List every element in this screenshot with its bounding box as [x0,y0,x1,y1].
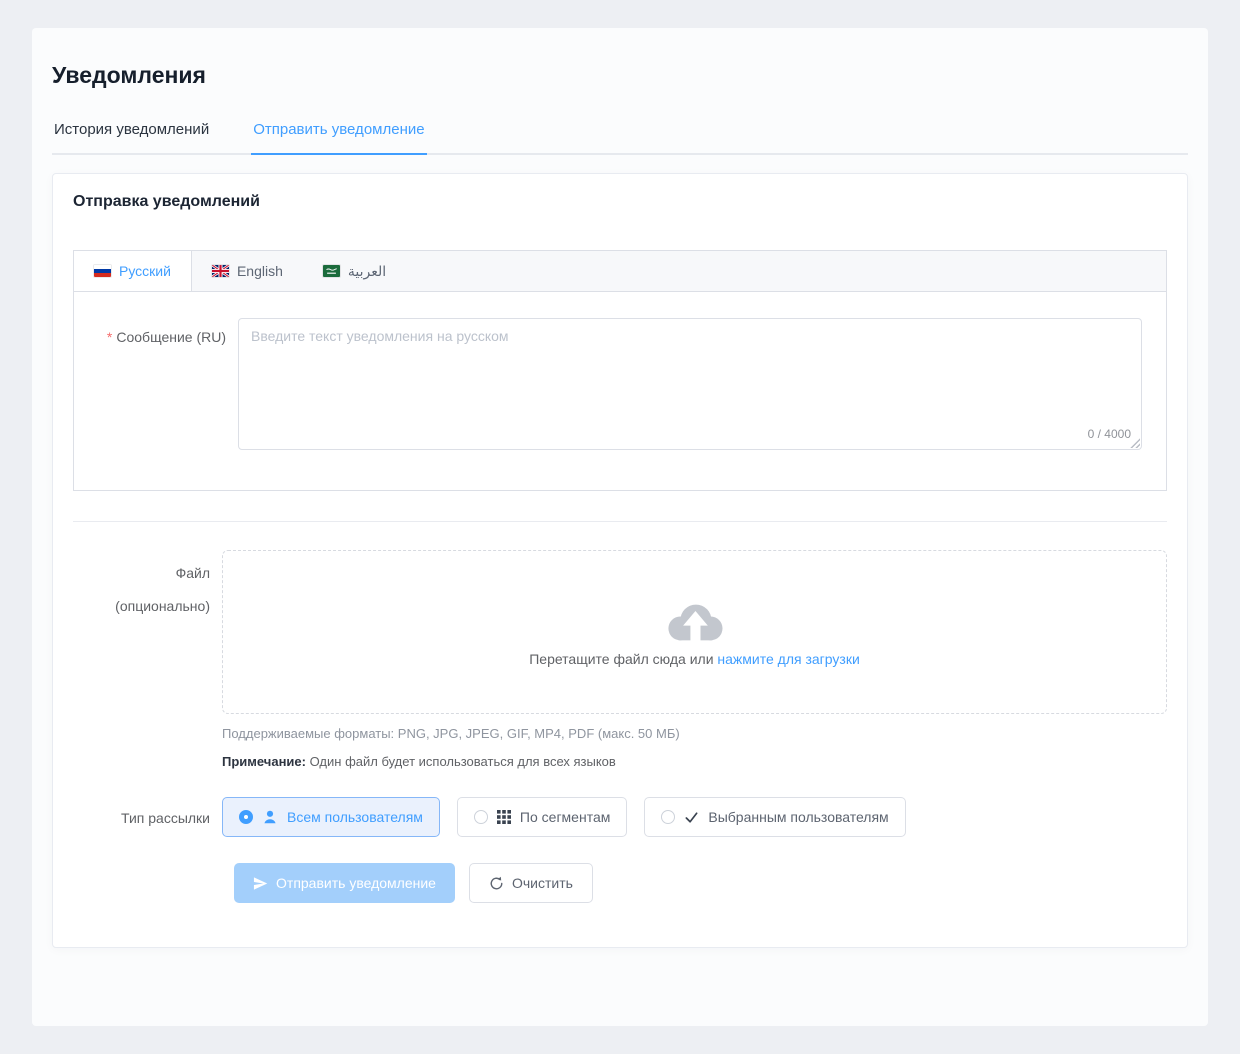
upload-dropzone[interactable]: Перетащите файл сюда или нажмите для заг… [222,550,1167,714]
lang-tab-label: Русский [119,263,171,279]
card-body: Русский English [53,230,1187,947]
form-actions: Отправить уведомление Очистить [234,863,1167,903]
upload-link[interactable]: нажмите для загрузки [717,651,859,667]
option-by-segments[interactable]: По сегментам [457,797,627,837]
send-notification-card: Отправка уведомлений Русский [52,173,1188,948]
option-label: Всем пользователям [287,809,423,825]
option-label: По сегментам [520,809,610,825]
send-notification-button[interactable]: Отправить уведомление [234,863,455,903]
lang-tab-arabic[interactable]: العربية [303,251,406,291]
file-form-item: Файл (опционально) [73,550,1167,769]
card-title: Отправка уведомлений [53,174,1187,230]
required-asterisk: * [107,329,112,345]
page-title: Уведомления [52,62,1188,89]
lang-tab-label: English [237,263,283,279]
radio-unchecked-icon [474,810,488,824]
message-form-item: *Сообщение (RU) 0 / 4000 [89,318,1151,450]
notifications-page: Уведомления История уведомлений Отправит… [32,28,1208,1026]
note-label: Примечание: [222,754,306,769]
option-selected-users[interactable]: Выбранным пользователям [644,797,905,837]
tab-send-notification[interactable]: Отправить уведомление [251,121,426,155]
flag-ru-icon [94,265,111,277]
lang-tab-russian[interactable]: Русский [74,251,192,291]
flag-sa-icon [323,265,340,277]
message-input[interactable] [238,318,1142,450]
radio-unchecked-icon [661,810,675,824]
upload-cloud-icon [662,597,728,647]
language-tabs: Русский English [73,250,1167,491]
send-icon [253,876,268,891]
drop-text: Перетащите файл сюда или нажмите для заг… [529,651,860,667]
main-tabs: История уведомлений Отправить уведомлени… [52,121,1188,155]
lang-tab-english[interactable]: English [192,251,303,291]
tab-history[interactable]: История уведомлений [52,121,211,153]
lang-tab-content: *Сообщение (RU) 0 / 4000 [74,292,1166,490]
grid-icon [497,810,511,824]
broadcast-type-label: Тип рассылки [73,797,222,828]
broadcast-type-form-item: Тип рассылки Всем пользователям [73,797,1167,837]
supported-formats-text: Поддерживаемые форматы: PNG, JPG, JPEG, … [222,726,1167,741]
flag-gb-icon [212,265,229,277]
refresh-icon [489,876,504,891]
section-divider [73,521,1167,522]
lang-tab-label: العربية [348,263,386,280]
broadcast-type-options: Всем пользователям По с [222,797,1167,837]
option-label: Выбранным пользователям [708,809,888,825]
note-text: Один файл будет использоваться для всех … [310,754,616,769]
language-tabs-header: Русский English [74,251,1166,292]
message-textarea-wrap: 0 / 4000 [238,318,1142,450]
check-icon [684,810,699,825]
upload-note: Примечание: Один файл будет использовать… [222,754,1167,769]
file-label: Файл (опционально) [73,550,222,623]
clear-button[interactable]: Очистить [469,863,593,903]
option-all-users[interactable]: Всем пользователям [222,797,440,837]
user-icon [262,809,278,825]
message-label: *Сообщение (RU) [89,318,238,347]
radio-checked-icon [239,810,253,824]
